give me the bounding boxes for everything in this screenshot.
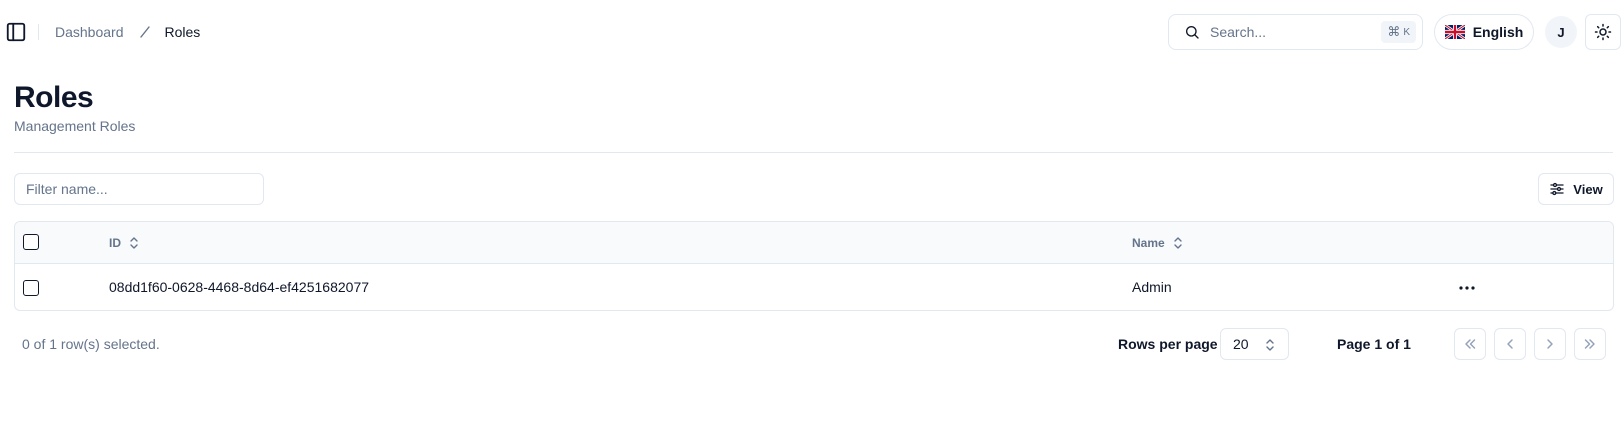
sort-icon xyxy=(1173,237,1182,249)
search-placeholder: Search... xyxy=(1210,24,1267,40)
title-divider xyxy=(14,152,1613,153)
page-subtitle: Management Roles xyxy=(14,118,136,134)
roles-table: ID Name 08dd1f60-0628-4468-8d64-ef425168… xyxy=(14,221,1614,311)
command-key: ⌘ xyxy=(1387,24,1401,39)
rows-per-page-select[interactable]: 20 xyxy=(1220,328,1289,360)
sidebar-toggle-button[interactable] xyxy=(4,20,28,44)
selection-count: 0 of 1 row(s) selected. xyxy=(22,336,160,352)
cell-name: Admin xyxy=(1132,279,1172,295)
row-select-checkbox[interactable] xyxy=(23,280,39,296)
search-icon xyxy=(1183,23,1201,41)
chevrons-left-icon xyxy=(1465,339,1476,349)
last-page-button[interactable] xyxy=(1574,328,1606,360)
search-shortcut-badge: ⌘ K xyxy=(1381,21,1416,43)
column-header-id[interactable]: ID xyxy=(109,236,139,250)
table-row: 08dd1f60-0628-4468-8d64-ef4251682077 Adm… xyxy=(15,264,1613,310)
next-page-button[interactable] xyxy=(1534,328,1566,360)
uk-flag-icon xyxy=(1444,25,1465,39)
slash-separator-icon xyxy=(137,24,153,40)
theme-toggle-button[interactable] xyxy=(1585,14,1621,50)
rows-per-page-label: Rows per page xyxy=(1118,336,1218,352)
first-page-button[interactable] xyxy=(1454,328,1486,360)
sort-icon xyxy=(130,237,138,249)
page-title: Roles xyxy=(14,81,94,114)
language-label: English xyxy=(1472,24,1524,40)
chevrons-right-icon xyxy=(1584,339,1595,349)
page-indicator: Page 1 of 1 xyxy=(1337,336,1411,352)
row-actions-button[interactable] xyxy=(1455,276,1479,300)
language-selector[interactable]: English xyxy=(1434,14,1534,50)
previous-page-button[interactable] xyxy=(1494,328,1526,360)
chevrons-up-down-icon xyxy=(1266,339,1274,351)
column-name-label: Name xyxy=(1132,236,1165,250)
sliders-icon xyxy=(1550,182,1564,196)
view-label: View xyxy=(1573,181,1603,197)
header-divider xyxy=(38,24,39,40)
chevron-left-icon xyxy=(1507,339,1513,349)
cell-id: 08dd1f60-0628-4468-8d64-ef4251682077 xyxy=(109,279,370,295)
breadcrumb: Dashboard Roles xyxy=(55,23,200,41)
panel-left-icon xyxy=(6,22,26,42)
select-all-checkbox[interactable] xyxy=(23,234,39,250)
rows-per-page-value: 20 xyxy=(1233,336,1249,352)
column-id-label: ID xyxy=(109,236,121,250)
breadcrumb-current: Roles xyxy=(164,24,201,40)
breadcrumb-dashboard-link[interactable]: Dashboard xyxy=(55,24,124,40)
search-box[interactable]: Search... ⌘ K xyxy=(1168,14,1423,50)
more-horizontal-icon xyxy=(1459,286,1475,290)
chevron-right-icon xyxy=(1547,339,1553,349)
user-avatar[interactable]: J xyxy=(1545,16,1577,48)
view-options-button[interactable]: View xyxy=(1538,173,1614,205)
table-header-row: ID Name xyxy=(15,222,1613,264)
column-header-name[interactable]: Name xyxy=(1132,236,1183,250)
top-bar: Dashboard Roles Search... ⌘ K English J xyxy=(0,0,1624,64)
shortcut-key: K xyxy=(1403,26,1410,38)
filter-name-input[interactable] xyxy=(14,173,264,205)
sun-icon xyxy=(1594,23,1612,41)
